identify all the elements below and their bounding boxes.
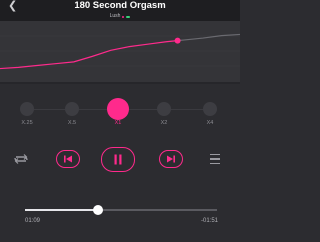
seek-thumb[interactable] (92, 205, 103, 215)
speed-label: X.25 (21, 120, 33, 126)
speed-option-x4[interactable] (203, 102, 217, 116)
speed-option-x2[interactable] (157, 102, 171, 116)
next-button[interactable] (159, 150, 183, 168)
battery-icon (126, 15, 131, 18)
divider (0, 82, 240, 84)
graph-position-marker (174, 37, 181, 44)
speed-option-xp5[interactable] (65, 102, 79, 116)
speed-label: X2 (160, 120, 168, 126)
elapsed-time: 01:09 (25, 218, 41, 224)
page-title: 180 Second Orgasm (74, 0, 166, 11)
device-subtitle: Lush (0, 12, 240, 21)
previous-button[interactable] (56, 150, 80, 168)
device-name: Lush (109, 13, 121, 19)
repeat-icon[interactable] (11, 151, 31, 167)
speed-option-x1[interactable] (107, 98, 129, 120)
speed-label: X1 (114, 120, 122, 126)
graph-remaining-line (177, 33, 240, 42)
speed-label: X.5 (67, 120, 77, 126)
skip-previous-icon (64, 155, 72, 163)
intensity-graph (0, 21, 240, 82)
speed-option-xp25[interactable] (20, 102, 34, 116)
pause-icon (114, 154, 122, 165)
remaining-time: -01:51 (200, 218, 218, 224)
graph-played-line (0, 40, 178, 70)
menu-icon[interactable] (208, 151, 222, 167)
pause-button[interactable] (101, 147, 135, 172)
seek-progress (25, 209, 98, 211)
intensity-graph-svg (0, 33, 240, 70)
skip-next-icon (167, 155, 175, 163)
speed-label: X4 (206, 120, 214, 126)
bluetooth-icon (122, 15, 125, 18)
